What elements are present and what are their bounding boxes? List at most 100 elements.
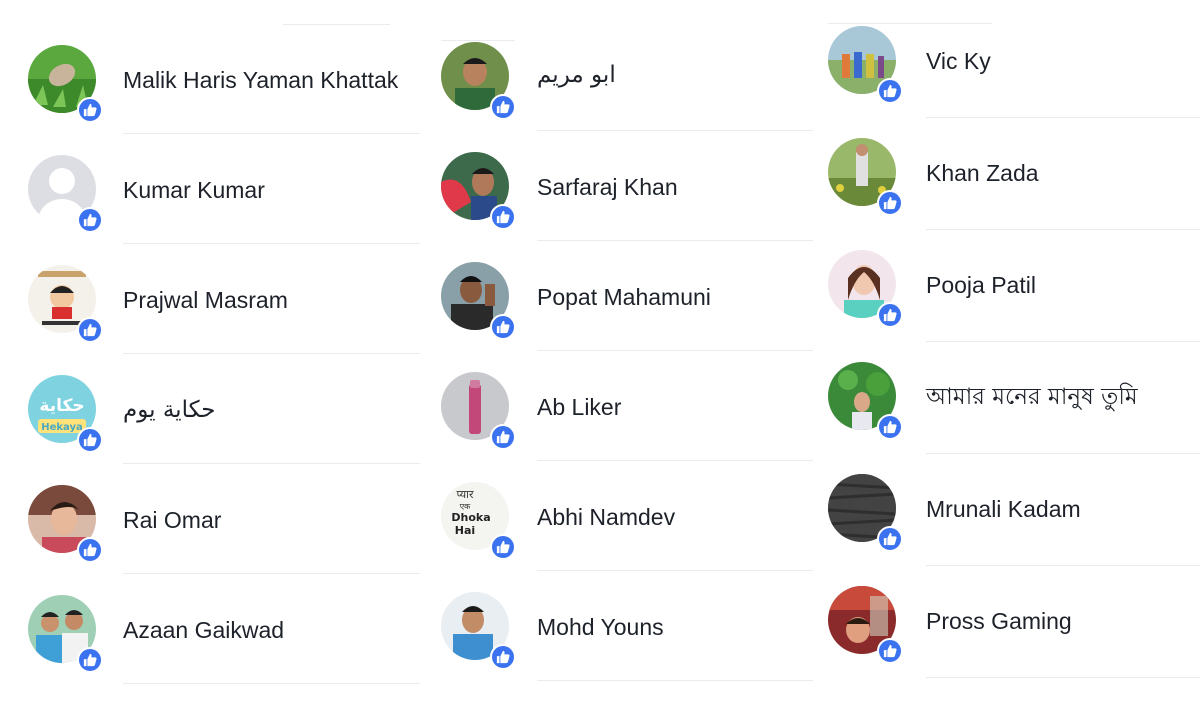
thumbs-up-icon <box>490 94 516 120</box>
divider <box>123 683 420 684</box>
avatar[interactable] <box>828 26 903 104</box>
divider <box>283 24 390 25</box>
person-name[interactable]: Kumar Kumar <box>123 176 265 204</box>
avatar[interactable] <box>441 42 516 120</box>
divider <box>123 573 420 574</box>
svg-text:حكاية: حكاية <box>39 396 84 416</box>
person-row[interactable]: प्यार एक Dhoka Hai Abhi Namdev <box>441 482 813 592</box>
person-name[interactable]: ابو مریم <box>537 61 616 89</box>
divider <box>828 23 992 24</box>
thumbs-up-icon <box>490 424 516 450</box>
person-row[interactable]: Khan Zada <box>828 138 1200 248</box>
divider <box>123 463 420 464</box>
person-row[interactable]: حكاية Hekaya حكاية يوم <box>28 375 420 485</box>
avatar[interactable] <box>28 155 103 233</box>
person-name[interactable]: Popat Mahamuni <box>537 283 711 311</box>
thumbs-up-icon <box>77 97 103 123</box>
divider <box>537 130 813 131</box>
person-name[interactable]: আমার মনের মানুষ তুমি <box>926 383 1138 411</box>
avatar[interactable] <box>828 362 903 440</box>
person-name[interactable]: Sarfaraj Khan <box>537 173 678 201</box>
avatar[interactable] <box>828 250 903 328</box>
divider <box>537 570 813 571</box>
person-row[interactable]: Malik Haris Yaman Khattak <box>28 45 420 155</box>
avatar[interactable] <box>828 474 903 552</box>
thumbs-up-icon <box>877 526 903 552</box>
person-row[interactable]: ابو مریم <box>441 42 813 152</box>
person-row[interactable]: Mrunali Kadam <box>828 474 1200 584</box>
avatar[interactable]: حكاية Hekaya <box>28 375 103 453</box>
divider <box>537 680 813 681</box>
avatar[interactable]: प्यार एक Dhoka Hai <box>441 482 516 560</box>
divider <box>537 460 813 461</box>
thumbs-up-icon <box>77 317 103 343</box>
person-name[interactable]: Pooja Patil <box>926 271 1036 299</box>
person-row[interactable]: Vic Ky <box>828 26 1200 136</box>
thumbs-up-icon <box>877 302 903 328</box>
divider <box>926 453 1200 454</box>
divider <box>926 229 1200 230</box>
svg-text:प्यार: प्यार <box>456 488 474 501</box>
person-name[interactable]: Vic Ky <box>926 47 991 75</box>
thumbs-up-icon <box>877 638 903 664</box>
person-row[interactable]: Azaan Gaikwad <box>28 595 420 705</box>
avatar[interactable] <box>441 152 516 230</box>
thumbs-up-icon <box>490 534 516 560</box>
person-name[interactable]: Ab Liker <box>537 393 621 421</box>
divider <box>537 350 813 351</box>
person-name[interactable]: Rai Omar <box>123 506 221 534</box>
avatar[interactable] <box>28 485 103 563</box>
person-name[interactable]: Mrunali Kadam <box>926 495 1081 523</box>
thumbs-up-icon <box>77 427 103 453</box>
person-row[interactable]: Rai Omar <box>28 485 420 595</box>
person-row[interactable]: Popat Mahamuni <box>441 262 813 372</box>
person-name[interactable]: Khan Zada <box>926 159 1039 187</box>
people-column-2: ابو مریم Sarfaraj Khan Popat Mahamuni Ab… <box>441 42 813 702</box>
people-column-3: Vic Ky Khan Zada Pooja Patil আমার মনের ম… <box>828 26 1200 696</box>
divider <box>926 341 1200 342</box>
person-row[interactable]: আমার মনের মানুষ তুমি <box>828 362 1200 472</box>
person-row[interactable]: Sarfaraj Khan <box>441 152 813 262</box>
divider <box>926 117 1200 118</box>
person-name[interactable]: Pross Gaming <box>926 607 1072 635</box>
avatar[interactable] <box>828 138 903 216</box>
thumbs-up-icon <box>490 314 516 340</box>
avatar[interactable] <box>28 265 103 343</box>
person-name[interactable]: Azaan Gaikwad <box>123 616 284 644</box>
avatar[interactable] <box>441 592 516 670</box>
divider <box>123 243 420 244</box>
person-row[interactable]: Mohd Youns <box>441 592 813 702</box>
person-row[interactable]: Pross Gaming <box>828 586 1200 696</box>
avatar[interactable] <box>28 45 103 123</box>
person-name[interactable]: حكاية يوم <box>123 396 216 424</box>
avatar[interactable] <box>828 586 903 664</box>
avatar[interactable] <box>28 595 103 673</box>
svg-text:एक: एक <box>460 502 471 511</box>
thumbs-up-icon <box>490 644 516 670</box>
thumbs-up-icon <box>490 204 516 230</box>
person-row[interactable]: Ab Liker <box>441 372 813 482</box>
divider <box>123 353 420 354</box>
person-name[interactable]: Prajwal Masram <box>123 286 288 314</box>
person-row[interactable]: Kumar Kumar <box>28 155 420 265</box>
person-row[interactable]: Prajwal Masram <box>28 265 420 375</box>
person-name[interactable]: Abhi Namdev <box>537 503 675 531</box>
svg-text:Hekaya: Hekaya <box>41 422 83 433</box>
avatar[interactable] <box>441 262 516 340</box>
divider <box>537 240 813 241</box>
divider <box>926 677 1200 678</box>
svg-text:Dhoka: Dhoka <box>451 511 490 524</box>
thumbs-up-icon <box>877 78 903 104</box>
person-name[interactable]: Mohd Youns <box>537 613 664 641</box>
thumbs-up-icon <box>77 537 103 563</box>
thumbs-up-icon <box>877 190 903 216</box>
svg-text:Hai: Hai <box>455 524 475 537</box>
thumbs-up-icon <box>77 647 103 673</box>
avatar[interactable] <box>441 372 516 450</box>
divider <box>441 40 515 41</box>
divider <box>123 133 420 134</box>
person-row[interactable]: Pooja Patil <box>828 250 1200 360</box>
person-name[interactable]: Malik Haris Yaman Khattak <box>123 66 398 94</box>
thumbs-up-icon <box>877 414 903 440</box>
people-column-1: Malik Haris Yaman Khattak Kumar Kumar Pr… <box>28 45 420 705</box>
